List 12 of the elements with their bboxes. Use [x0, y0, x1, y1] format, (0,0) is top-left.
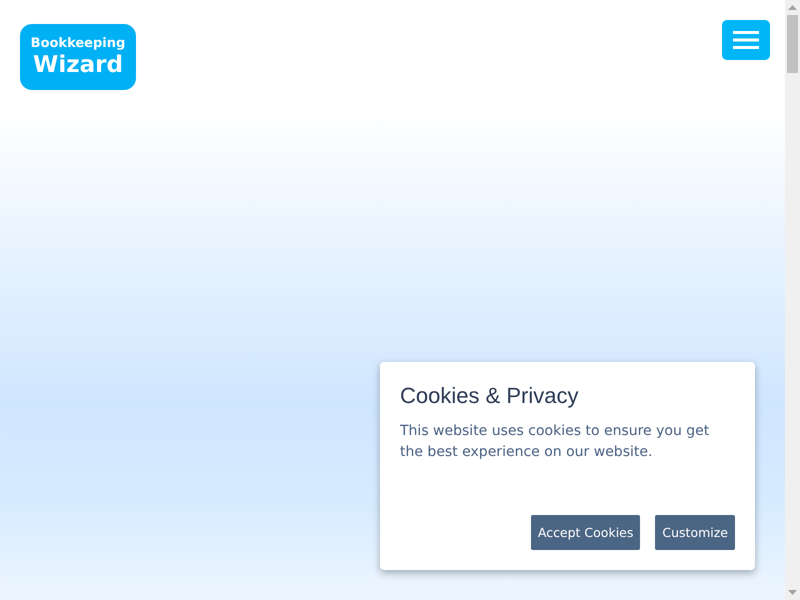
logo-text: Wizard: [33, 52, 123, 78]
menu-icon: [733, 31, 759, 49]
scrollbar-thumb[interactable]: [787, 15, 798, 73]
scrollbar[interactable]: [785, 0, 800, 600]
dialog-title: Cookies & Privacy: [400, 382, 580, 410]
scroll-down-icon[interactable]: [788, 590, 797, 595]
menu-button[interactable]: [722, 20, 770, 60]
scroll-up-icon[interactable]: [788, 5, 797, 10]
dialog-message: This website uses cookies to ensure you get the best experience on our website.: [400, 422, 710, 462]
dialog-button[interactable]: Accept Cookies: [530, 515, 640, 550]
logo-text: Bookkeeping: [30, 36, 126, 52]
dialog-button[interactable]: Customize: [655, 515, 735, 550]
